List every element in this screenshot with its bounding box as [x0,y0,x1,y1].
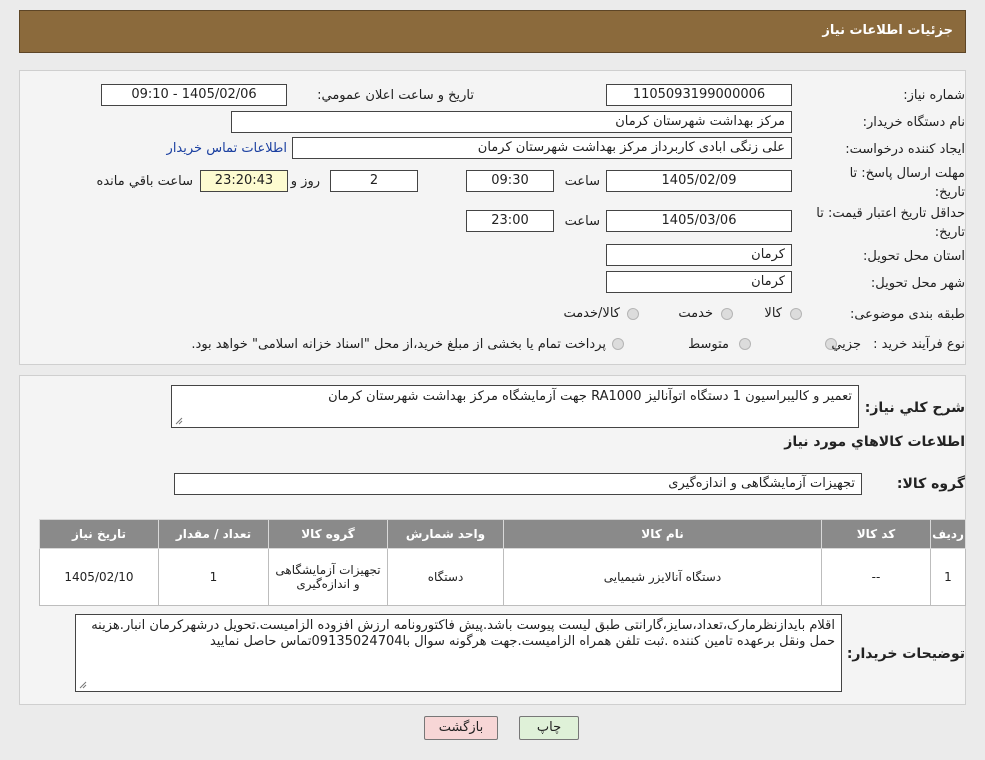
validity-time-label: ساعت [564,214,600,229]
summary-label: شرح کلي نياز: [864,400,965,416]
buyer-org-field[interactable]: مرکز بهداشت شهرستان کرمان [231,111,792,133]
goods-info-heading: اطلاعات کالاهاي مورد نياز [784,434,965,450]
col-quantity: تعداد / مقدار [158,519,269,549]
category-radio-goods[interactable] [790,308,802,320]
days-field[interactable]: 2 [330,170,418,192]
cell-unit: دستگاه [387,548,504,606]
resize-grip-icon[interactable] [79,681,87,689]
summary-textarea[interactable]: تعمير و کاليبراسيون 1 دستگاه اتوآناليز R… [171,385,859,428]
process-option-minor: جزيي [831,337,861,352]
cell-item-name: دستگاه آنالايزر شيميايی [503,548,822,606]
category-radio-goods-service[interactable] [627,308,639,320]
day-and-label: روز و [290,174,320,189]
cell-item-code: -- [821,548,931,606]
page-title: جزئيات اطلاعات نياز [822,23,953,38]
buyer-notes-text: اقلام بايدازنظرمارک،تعداد،سايز،گارانتی ط… [91,618,835,649]
summary-text: تعمير و کاليبراسيون 1 دستگاه اتوآناليز R… [328,389,852,404]
process-radio-medium[interactable] [739,338,751,350]
process-option-medium: متوسط [688,337,729,352]
buyer-notes-textarea[interactable]: اقلام بايدازنظرمارک،تعداد،سايز،گارانتی ط… [75,614,842,692]
city-label: شهر محل تحويل: [870,276,965,291]
buyer-org-label: نام دستگاه خريدار: [862,115,965,130]
goods-group-label: گروه کالا: [896,476,965,492]
col-item-group: گروه کالا [268,519,388,549]
category-option-goods-service: کالا/خدمت [563,306,620,321]
category-option-service: خدمت [678,306,713,321]
col-item-name: نام کالا [503,519,822,549]
requester-label: ايجاد کننده درخواست: [845,142,965,157]
need-number-field[interactable]: 1105093199000006 [606,84,792,106]
cell-quantity: 1 [158,548,269,606]
cell-row-number: 1 [930,548,966,606]
cell-need-date: 1405/02/10 [39,548,159,606]
buyer-contact-link[interactable]: اطلاعات تماس خريدار [167,141,287,156]
col-need-date: تاريخ نياز [39,519,159,549]
province-label: استان محل تحويل: [863,249,965,264]
requester-field[interactable]: علی زنگی ابادی کاربرداز مرکز بهداشت شهرس… [292,137,792,159]
goods-group-field[interactable]: تجهيزات آزمايشگاهی و اندازه‌گيری [174,473,862,495]
deadline-date-field[interactable]: 1405/02/09 [606,170,792,192]
process-type-label: نوع فرآيند خريد : [873,337,965,352]
validity-time-field[interactable]: 23:00 [466,210,554,232]
col-item-code: کد کالا [821,519,931,549]
buyer-notes-label: توضيحات خريدار: [846,646,965,662]
announce-datetime-field[interactable]: 1405/02/06 - 09:10 [101,84,287,106]
remaining-time-label: ساعت باقي مانده [96,174,193,189]
province-field[interactable]: کرمان [606,244,792,266]
col-row-number: رديف [930,519,966,549]
city-field[interactable]: کرمان [606,271,792,293]
process-radio-treasury[interactable] [612,338,624,350]
back-button[interactable]: بازگشت [424,716,498,740]
cell-item-group: تجهيزات آزمايشگاهی و اندازه‌گيری [268,548,388,606]
print-button[interactable]: چاپ [519,716,579,740]
goods-table-header: رديف کد کالا نام کالا واحد شمارش گروه کا… [39,519,966,549]
resize-grip-icon[interactable] [175,417,183,425]
deadline-time-label: ساعت [564,174,600,189]
validity-label-line1: حداقل تاريخ اعتبار قيمت: تا [816,206,965,221]
deadline-label-line1: مهلت ارسال پاسخ: تا [849,166,965,181]
process-treasury-note: پرداخت تمام يا بخشی از مبلغ خريد،از محل … [191,337,606,352]
goods-table: رديف کد کالا نام کالا واحد شمارش گروه کا… [39,519,966,606]
deadline-label-line2: تاريخ: [934,185,965,200]
validity-date-field[interactable]: 1405/03/06 [606,210,792,232]
category-radio-service[interactable] [721,308,733,320]
need-number-label: شماره نياز: [903,88,965,103]
col-unit: واحد شمارش [387,519,504,549]
remaining-time-field: 23:20:43 [200,170,288,192]
deadline-time-field[interactable]: 09:30 [466,170,554,192]
category-option-goods: کالا [764,306,782,321]
validity-label-line2: تاريخ: [934,225,965,240]
announce-datetime-label: تاريخ و ساعت اعلان عمومي: [317,88,474,103]
category-label: طبقه بندی موضوعی: [849,307,965,322]
page-header: جزئيات اطلاعات نياز [19,10,966,53]
table-row: 1 -- دستگاه آنالايزر شيميايی دستگاه تجهي… [39,548,966,606]
